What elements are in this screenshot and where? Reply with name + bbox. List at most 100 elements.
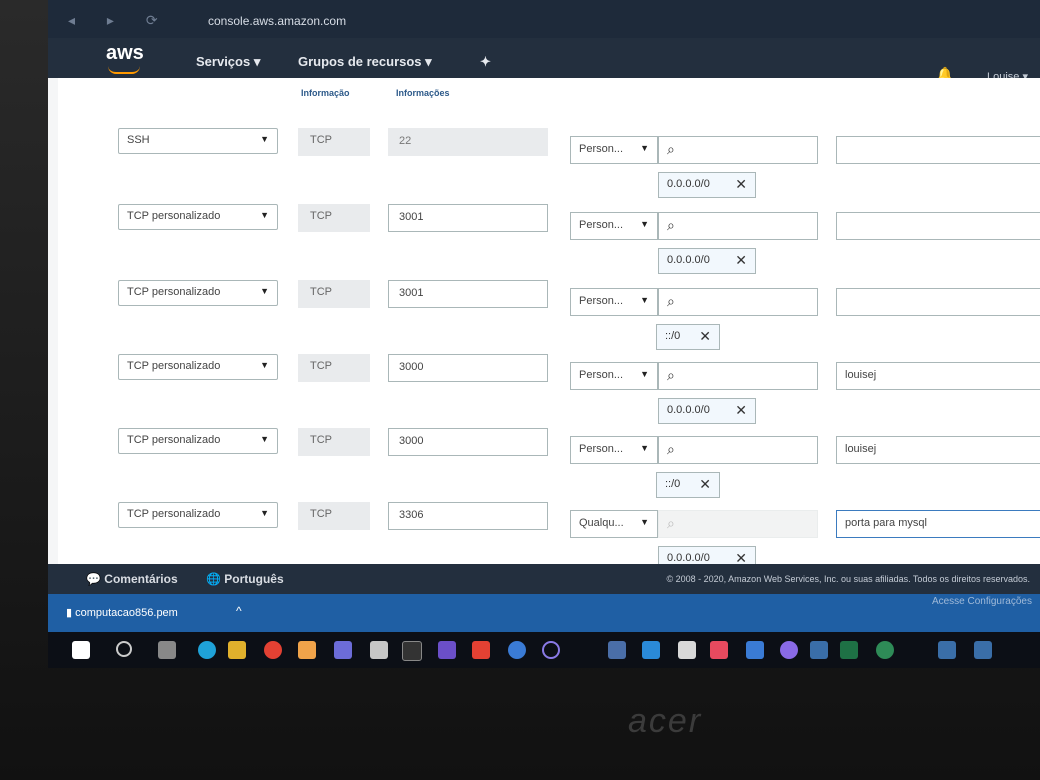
source-type-select[interactable]: Person... ▼	[570, 136, 658, 164]
app-icon[interactable]	[746, 641, 764, 659]
app-icon[interactable]	[974, 641, 992, 659]
close-icon[interactable]: ✕	[735, 402, 747, 419]
source-type-select[interactable]: Person... ▼	[570, 362, 658, 390]
app-icon[interactable]	[334, 641, 352, 659]
search-icon: ⌕	[667, 293, 675, 309]
app-icon[interactable]	[298, 641, 316, 659]
close-icon[interactable]: ✕	[699, 476, 711, 493]
services-menu[interactable]: Serviços ▾	[196, 54, 260, 70]
resource-groups-menu[interactable]: Grupos de recursos ▾	[298, 54, 432, 70]
description-input[interactable]: louisej	[836, 362, 1040, 390]
close-icon[interactable]: ✕	[735, 550, 747, 564]
inbound-rule-row: TCP personalizado ▼ TCP 3001 Person... ▼…	[58, 204, 1040, 274]
excel-icon[interactable]	[840, 641, 858, 659]
protocol-field: TCP	[298, 280, 370, 308]
source-search-input[interactable]: ⌕	[658, 362, 818, 390]
caret-down-icon: ▼	[260, 434, 269, 444]
aws-logo[interactable]: aws	[106, 42, 144, 65]
app-icon[interactable]	[780, 641, 798, 659]
edge-icon[interactable]	[198, 641, 216, 659]
file-explorer-icon[interactable]	[228, 641, 246, 659]
task-view-icon[interactable]	[158, 641, 176, 659]
caret-down-icon: ▼	[640, 295, 649, 305]
rule-type-select[interactable]: TCP personalizado ▼	[118, 502, 278, 528]
pin-icon[interactable]: ✦	[480, 54, 491, 70]
copyright-text: © 2008 - 2020, Amazon Web Services, Inc.…	[666, 574, 1031, 584]
close-icon[interactable]: ✕	[735, 176, 747, 193]
browser-nav-icons[interactable]: ◂ ▸ ⟳	[68, 12, 172, 29]
inbound-rule-row: TCP personalizado ▼ TCP 3000 Person... ▼…	[58, 428, 1040, 498]
rule-type-select[interactable]: TCP personalizado ▼	[118, 280, 278, 306]
caret-down-icon: ▼	[260, 134, 269, 144]
port-column-header: Informações	[396, 88, 450, 98]
inbound-rule-row: TCP personalizado ▼ TCP 3001 Person... ▼…	[58, 280, 1040, 350]
inbound-rule-row: SSH ▼ TCP 22 Person... ▼ ⌕ 0.0.0.0/0 ✕	[58, 128, 1040, 198]
source-type-select[interactable]: Qualqu... ▼	[570, 510, 658, 538]
description-input[interactable]	[836, 136, 1040, 164]
aws-footer: 💬 Comentários 🌐 Português © 2008 - 2020,…	[48, 564, 1040, 594]
rule-type-select[interactable]: SSH ▼	[118, 128, 278, 154]
app-icon[interactable]	[402, 641, 422, 661]
rule-type-select[interactable]: TCP personalizado ▼	[118, 204, 278, 230]
close-icon[interactable]: ✕	[735, 252, 747, 269]
rule-type-select[interactable]: TCP personalizado ▼	[118, 428, 278, 454]
source-search-input[interactable]: ⌕	[658, 136, 818, 164]
download-item[interactable]: ▮ computacao856.pem	[66, 606, 178, 619]
protocol-column-header: Informação	[301, 88, 350, 98]
source-search-input[interactable]: ⌕	[658, 288, 818, 316]
port-range-input[interactable]: 3001	[388, 280, 548, 308]
figma-icon[interactable]	[710, 641, 728, 659]
description-input[interactable]	[836, 212, 1040, 240]
source-search-input[interactable]: ⌕	[658, 436, 818, 464]
search-icon: ⌕	[667, 141, 675, 157]
caret-down-icon: ▼	[640, 369, 649, 379]
port-range-input[interactable]: 3306	[388, 502, 548, 530]
close-icon[interactable]: ✕	[699, 328, 711, 345]
inbound-rule-row: TCP personalizado ▼ TCP 3306 Qualqu... ▼…	[58, 502, 1040, 564]
description-input[interactable]	[836, 288, 1040, 316]
port-range-input[interactable]: 3001	[388, 204, 548, 232]
vscode-icon[interactable]	[642, 641, 660, 659]
source-cidr-token: 0.0.0.0/0 ✕	[658, 398, 756, 424]
source-type-select[interactable]: Person... ▼	[570, 288, 658, 316]
source-type-select[interactable]: Person... ▼	[570, 212, 658, 240]
app-icon[interactable]	[472, 641, 490, 659]
app-icon[interactable]	[508, 641, 526, 659]
feedback-link[interactable]: 💬 Comentários	[86, 572, 178, 586]
app-icon[interactable]	[876, 641, 894, 659]
app-icon[interactable]	[810, 641, 828, 659]
search-icon: ⌕	[667, 217, 675, 233]
app-icon[interactable]	[938, 641, 956, 659]
chevron-up-icon[interactable]: ^	[236, 604, 242, 618]
description-input[interactable]: louisej	[836, 436, 1040, 464]
port-range-input[interactable]: 3000	[388, 428, 548, 456]
chrome-icon[interactable]	[264, 641, 282, 659]
caret-down-icon: ▼	[640, 443, 649, 453]
protocol-field: TCP	[298, 502, 370, 530]
app-icon[interactable]	[370, 641, 388, 659]
search-icon[interactable]	[116, 641, 132, 657]
aws-header: aws Serviços ▾ Grupos de recursos ▾ ✦ 🔔 …	[48, 38, 1040, 83]
source-cidr-token: ::/0 ✕	[656, 472, 720, 498]
source-type-select[interactable]: Person... ▼	[570, 436, 658, 464]
port-range-input[interactable]: 22	[388, 128, 548, 156]
windows-taskbar	[48, 632, 1040, 668]
caret-down-icon: ▼	[640, 219, 649, 229]
source-cidr-token: 0.0.0.0/0 ✕	[658, 248, 756, 274]
source-search-input[interactable]: ⌕	[658, 510, 818, 538]
app-icon[interactable]	[608, 641, 626, 659]
windows-start-icon[interactable]	[72, 641, 90, 659]
address-bar[interactable]: console.aws.amazon.com	[208, 14, 346, 28]
aws-smile-logo	[108, 66, 140, 74]
app-icon[interactable]	[678, 641, 696, 659]
search-icon: ⌕	[667, 367, 675, 383]
rule-type-select[interactable]: TCP personalizado ▼	[118, 354, 278, 380]
description-input[interactable]: porta para mysql	[836, 510, 1040, 538]
app-icon[interactable]	[438, 641, 456, 659]
app-icon[interactable]	[542, 641, 560, 659]
language-selector[interactable]: 🌐 Português	[206, 572, 284, 586]
source-cidr-token: 0.0.0.0/0 ✕	[658, 546, 756, 564]
source-search-input[interactable]: ⌕	[658, 212, 818, 240]
caret-down-icon: ▼	[640, 143, 649, 153]
port-range-input[interactable]: 3000	[388, 354, 548, 382]
